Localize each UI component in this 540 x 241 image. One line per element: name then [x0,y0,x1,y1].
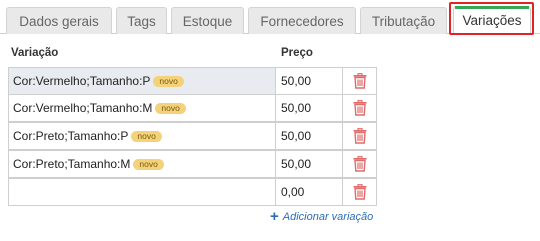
table-row: Cor:Preto;Tamanho:P novo 50,00 [8,122,377,151]
variation-text: Cor:Preto;Tamanho:P [13,129,129,143]
delete-button[interactable] [342,150,377,178]
trash-icon [353,100,366,116]
variation-text: Cor:Vermelho;Tamanho:M [13,101,153,115]
variations-table: Cor:Vermelho;Tamanho:P novo 50,00 Cor:Ve… [8,67,377,207]
price-cell[interactable]: 50,00 [275,67,343,95]
new-badge: novo [155,102,186,114]
active-tab-accent [455,6,529,9]
delete-button[interactable] [342,122,377,150]
variation-text: Cor:Preto;Tamanho:M [13,157,131,171]
tab-label: Tributação [371,13,436,29]
trash-icon [353,73,366,89]
variation-cell[interactable]: Cor:Vermelho;Tamanho:P novo [8,67,276,95]
column-header-price: Preço [281,47,313,59]
new-badge: novo [131,130,162,142]
variation-cell-empty[interactable] [8,178,276,206]
new-badge: novo [153,75,184,87]
delete-button[interactable] [342,94,377,122]
trash-icon [353,184,366,200]
tab-label: Dados gerais [19,13,99,29]
table-row: Cor:Preto;Tamanho:M novo 50,00 [8,150,377,179]
variation-cell[interactable]: Cor:Vermelho;Tamanho:M novo [8,94,276,122]
price-cell[interactable]: 50,00 [275,150,343,178]
price-cell[interactable]: 50,00 [275,122,343,150]
tab-tags[interactable]: Tags [116,7,167,34]
tab-label: Estoque [182,13,233,29]
table-row: Cor:Vermelho;Tamanho:M novo 50,00 [8,94,377,123]
tab-fornecedores[interactable]: Fornecedores [248,7,356,34]
tab-bar: Dados gerais Tags Estoque Fornecedores T… [0,0,540,35]
price-cell[interactable]: 50,00 [275,94,343,122]
delete-button[interactable] [342,178,377,206]
add-variation-link[interactable]: + Adicionar variação [270,208,374,225]
column-header-variation: Variação [11,47,59,59]
tab-dados-gerais[interactable]: Dados gerais [6,7,112,34]
table-row: Cor:Vermelho;Tamanho:P novo 50,00 [8,67,377,95]
variation-cell[interactable]: Cor:Preto;Tamanho:P novo [8,122,276,150]
variation-text: Cor:Vermelho;Tamanho:P [13,74,151,88]
tab-estoque[interactable]: Estoque [171,7,244,34]
plus-icon: + [270,208,279,225]
tab-tributacao[interactable]: Tributação [360,7,447,34]
add-variation-label: Adicionar variação [282,211,374,223]
tab-label: Tags [127,13,156,29]
table-row: 0,00 [8,178,377,207]
tab-label: Variações [462,13,522,28]
variation-cell[interactable]: Cor:Preto;Tamanho:M novo [8,150,276,178]
trash-icon [353,156,366,172]
new-badge: novo [133,158,164,170]
trash-icon [353,128,366,144]
tab-label: Fornecedores [260,13,344,29]
price-cell[interactable]: 0,00 [275,178,343,206]
delete-button[interactable] [342,67,377,95]
tab-variacoes[interactable]: Variações [453,6,531,34]
